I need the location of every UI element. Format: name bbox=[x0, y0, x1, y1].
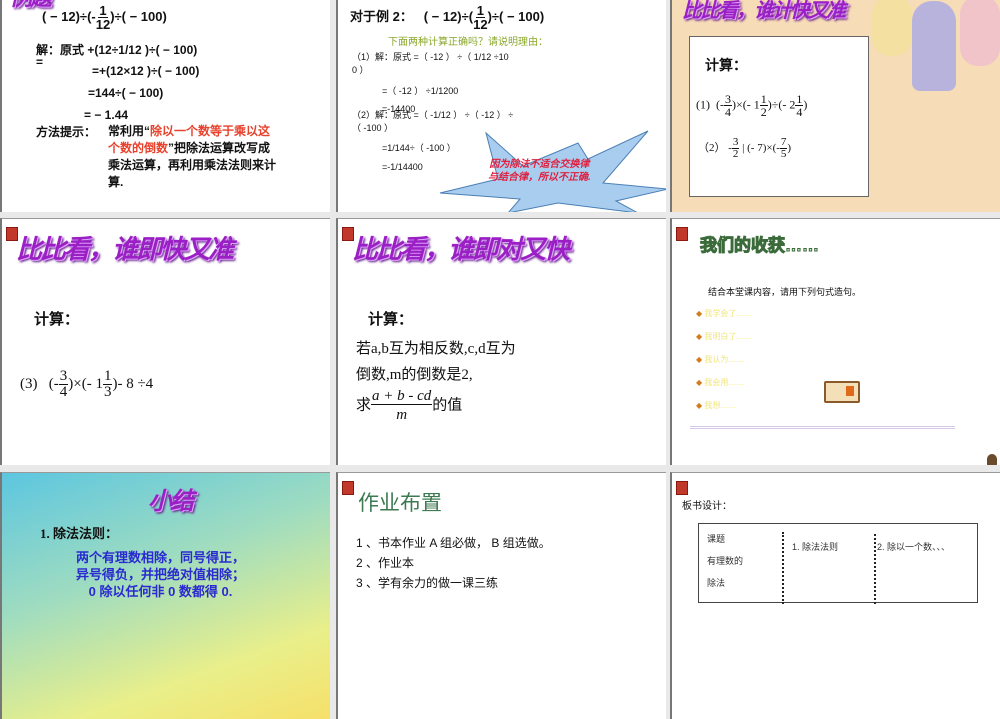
method-1-line-b: 0 ） bbox=[352, 65, 369, 75]
solution-eq: = bbox=[36, 55, 44, 69]
slide-title-art: 小结 bbox=[148, 486, 194, 515]
slide-thumbnail-9[interactable]: 板书设计： 课题 有理数的 除法 1. 除法法则 2. 除以一个数、、、 bbox=[670, 472, 1000, 719]
list-item: 2 、作业本 bbox=[356, 556, 415, 570]
list-item: 3 、学有余力的做一课三练 bbox=[356, 576, 499, 590]
solution-line-3: =144÷( − 100) bbox=[88, 86, 164, 100]
slide-title-art: 比比看，谁计快又准 bbox=[682, 0, 846, 22]
example-expression: ( − 12)÷(- 1 12)÷( − 100) bbox=[42, 3, 167, 32]
board-design-table: 课题 有理数的 除法 1. 除法法则 2. 除以一个数、、、 bbox=[698, 523, 978, 604]
divide-cell: 2. 除以一个数、、、 bbox=[877, 542, 951, 552]
list-item: ◆ 我会用…… bbox=[696, 378, 745, 387]
division-rule-text: 两个有理数相除，同号得正， 异号得负，并把绝对值相除； 0 除以任何非 0 数都得 … bbox=[76, 550, 246, 599]
list-item: ◆ 我想…… bbox=[696, 401, 737, 410]
slide-thumbnail-6[interactable]: 我们的收获…… 结合本堂课内容，请用下列句式造句。 ◆ 我学会了…… ◆ 我明白… bbox=[670, 218, 1000, 465]
calc-label: 计算： bbox=[368, 311, 414, 328]
method-1-line-a: （1）解：原式 =（ -12 ） ÷（ 1/12 ÷10 bbox=[352, 52, 509, 62]
slide-title: 板书设计： bbox=[682, 501, 732, 512]
site-logo-icon bbox=[342, 481, 354, 495]
sentence-list: ◆ 我学会了…… ◆ 我明白了…… ◆ 我认为…… ◆ 我会用…… ◆ 我想…… bbox=[696, 302, 752, 417]
calc-label: 计算： bbox=[705, 57, 747, 73]
slide-title-art: 比比看，谁即对又快 bbox=[352, 235, 570, 265]
list-item: 1 、书本作业 A 组必做， B 组选做。 bbox=[356, 536, 551, 550]
list-item: ◆ 我学会了…… bbox=[696, 309, 753, 318]
question-text: 下面两种计算正确吗？请说明理由： bbox=[388, 37, 548, 48]
slide-thumbnail-4[interactable]: 比比看，谁即快又准 计算： (3) (- 3 4)×(- 1 1 3)- 8 ÷4 bbox=[0, 218, 330, 465]
site-logo-icon bbox=[676, 481, 688, 495]
slide-title-art: 比比看，谁即快又准 bbox=[16, 235, 234, 265]
slide-thumbnail-7[interactable]: 小结 1. 除法法则： 两个有理数相除，同号得正， 异号得负，并把绝对值相除； 0 … bbox=[0, 472, 330, 719]
cartoon-figure-icon bbox=[987, 454, 997, 465]
topic-cell: 课题 有理数的 除法 bbox=[707, 534, 744, 588]
solution-line-1: 解：原式 +(12÷1/12 )÷( − 100) bbox=[36, 43, 198, 57]
solution-line-4: = − 1.44 bbox=[84, 108, 129, 122]
method-2-line-a: （2）解：原式 =（ -1/12 ） ÷（ -12 ） ÷ bbox=[352, 110, 514, 120]
slide-title: 我们的收获…… bbox=[700, 236, 820, 256]
slide-title: 作业布置 bbox=[358, 492, 442, 515]
rule-label: 1. 除法法则： bbox=[40, 526, 119, 541]
problem-box: 计算： (1) (- 3 4)×(- 1 1 2)÷(- 2 1 4) （2） -32 | … bbox=[689, 36, 869, 197]
rule-cell: 1. 除法法则 bbox=[792, 542, 839, 552]
calc-label: 计算： bbox=[34, 311, 80, 328]
divider bbox=[690, 426, 955, 429]
open-book-icon bbox=[824, 381, 860, 403]
cartoon-children-image bbox=[872, 0, 1000, 106]
homework-list: 1 、书本作业 A 组必做， B 组选做。 2 、作业本 3 、学有余力的做一课… bbox=[356, 533, 551, 593]
problem-line-3: 求a + b - cd m 的值 bbox=[356, 388, 463, 423]
slide-thumbnail-5[interactable]: 比比看，谁即对又快 计算： 若a,b互为相反数,c,d互为 倒数,m的倒数是2,… bbox=[336, 218, 666, 465]
problem-line-1: 若a,b互为相反数,c,d互为 bbox=[356, 341, 516, 357]
method-2-line-d: =-1/14400 bbox=[382, 162, 423, 172]
method-2-line-b: （ -100 ） bbox=[352, 123, 394, 133]
hint-text: 常利用“除以一个数等于乘以这 个数的倒数”把除法运算改写成 乘法运算，再利用乘法… bbox=[108, 124, 277, 189]
problem-2: （2） -32 | (- 7)×(- 7 5) bbox=[698, 136, 792, 160]
solution-line-2: =+(12×12 )÷( − 100) bbox=[92, 64, 200, 78]
slide-thumbnail-3[interactable]: 比比看，谁计快又准 计算： (1) (- 3 4)×(- 1 1 2)÷(- 2 1 4) … bbox=[670, 0, 1000, 212]
problem-3: (3) (- 3 4)×(- 1 1 3)- 8 ÷4 bbox=[20, 368, 154, 400]
list-item: ◆ 我认为…… bbox=[696, 355, 745, 364]
slide-thumbnail-2[interactable]: 对于例 2： ( − 12)÷(1 12)÷( − 100) 下面两种计算正确吗？… bbox=[336, 0, 666, 212]
problem-line-2: 倒数,m的倒数是2, bbox=[356, 367, 473, 383]
slide-thumbnail-8[interactable]: 作业布置 1 、书本作业 A 组必做， B 组选做。 2 、作业本 3 、学有余… bbox=[336, 472, 666, 719]
site-logo-icon bbox=[676, 227, 688, 241]
method-1-line-c: =（ -12 ） ÷1/1200 bbox=[382, 86, 459, 96]
hint-label: 方法提示： bbox=[36, 125, 97, 139]
example-2-heading: 对于例 2： ( − 12)÷(1 12)÷( − 100) bbox=[350, 3, 545, 32]
slide-thumbnail-1[interactable]: 例题 ( − 12)÷(-112)÷( − 100) 解：原式 +(12÷1/1… bbox=[0, 0, 330, 212]
intro-text: 结合本堂课内容，请用下列句式造句。 bbox=[708, 287, 862, 297]
list-item: ◆ 我明白了…… bbox=[696, 332, 753, 341]
callout-text: 因为除法不适合交换律 与结合律，所以不正确. bbox=[488, 159, 591, 183]
problem-1: (1) (- 3 4)×(- 1 1 2)÷(- 2 1 4) bbox=[696, 92, 808, 119]
